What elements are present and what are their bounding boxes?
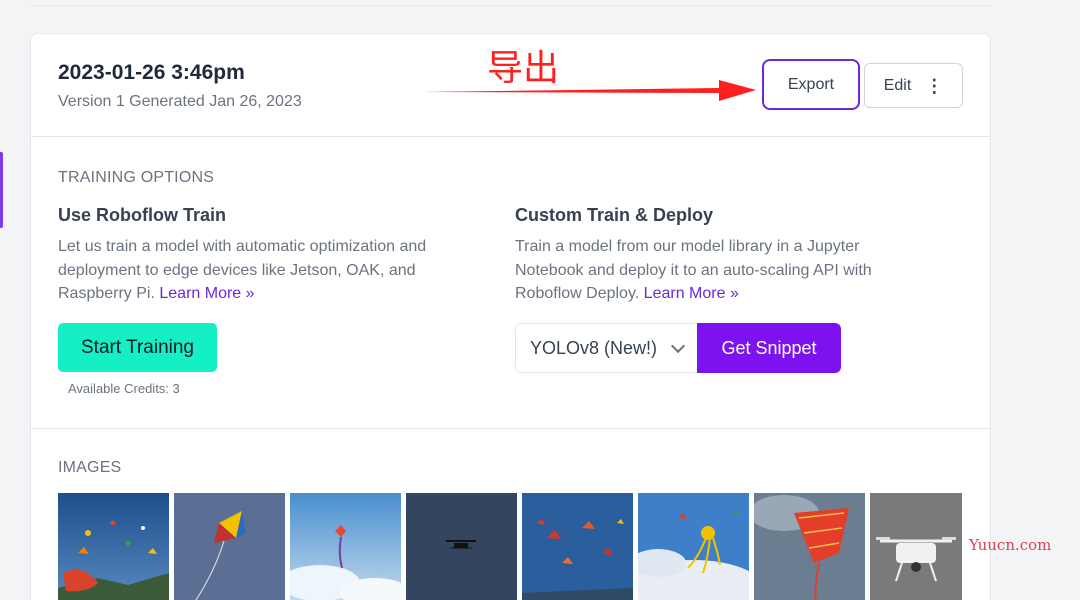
image-thumbnail[interactable]: [870, 493, 962, 600]
edit-label: Edit: [883, 76, 912, 94]
start-training-button[interactable]: Start Training: [58, 323, 217, 372]
annotation-arrow-icon: [421, 80, 756, 101]
image-thumbnail-strip: [58, 493, 962, 600]
available-credits: Available Credits: 3: [68, 381, 180, 396]
training-options-section: TRAINING OPTIONS Use Roboflow Train Let …: [31, 137, 990, 429]
image-thumbnail[interactable]: [522, 493, 633, 600]
get-snippet-button[interactable]: Get Snippet: [697, 323, 841, 373]
export-button[interactable]: Export: [762, 59, 860, 110]
training-section-label: TRAINING OPTIONS: [58, 169, 215, 186]
model-select-value: YOLOv8 (New!): [530, 337, 658, 358]
version-subtitle: Version 1 Generated Jan 26, 2023: [58, 93, 302, 110]
roboflow-learn-more-link[interactable]: Learn More »: [159, 285, 254, 302]
chevron-down-icon: [670, 338, 686, 354]
more-vertical-icon: ⋮: [925, 75, 944, 96]
roboflow-train-title: Use Roboflow Train: [58, 205, 227, 225]
sidebar-active-indicator: [0, 152, 3, 228]
version-card: 2023-01-26 3:46pm Version 1 Generated Ja…: [30, 33, 991, 600]
custom-train-description: Train a model from our model library in …: [515, 235, 925, 306]
custom-train-title: Custom Train & Deploy: [515, 205, 714, 225]
roboflow-train-description: Let us train a model with automatic opti…: [58, 235, 478, 306]
image-thumbnail[interactable]: [58, 493, 169, 600]
images-section-label: IMAGES: [58, 459, 122, 476]
edit-button[interactable]: Edit ⋮: [864, 63, 963, 108]
custom-learn-more-link[interactable]: Learn More »: [644, 285, 739, 302]
image-thumbnail[interactable]: [174, 493, 285, 600]
top-divider: [30, 0, 992, 6]
watermark-text: Yuucn.com: [969, 536, 1052, 554]
image-thumbnail[interactable]: [406, 493, 517, 600]
image-thumbnail[interactable]: [290, 493, 401, 600]
image-thumbnail[interactable]: [754, 493, 865, 600]
version-header: 2023-01-26 3:46pm Version 1 Generated Ja…: [31, 34, 990, 137]
model-select-dropdown[interactable]: YOLOv8 (New!): [515, 323, 697, 373]
version-title: 2023-01-26 3:46pm: [58, 61, 245, 84]
image-thumbnail[interactable]: [638, 493, 749, 600]
